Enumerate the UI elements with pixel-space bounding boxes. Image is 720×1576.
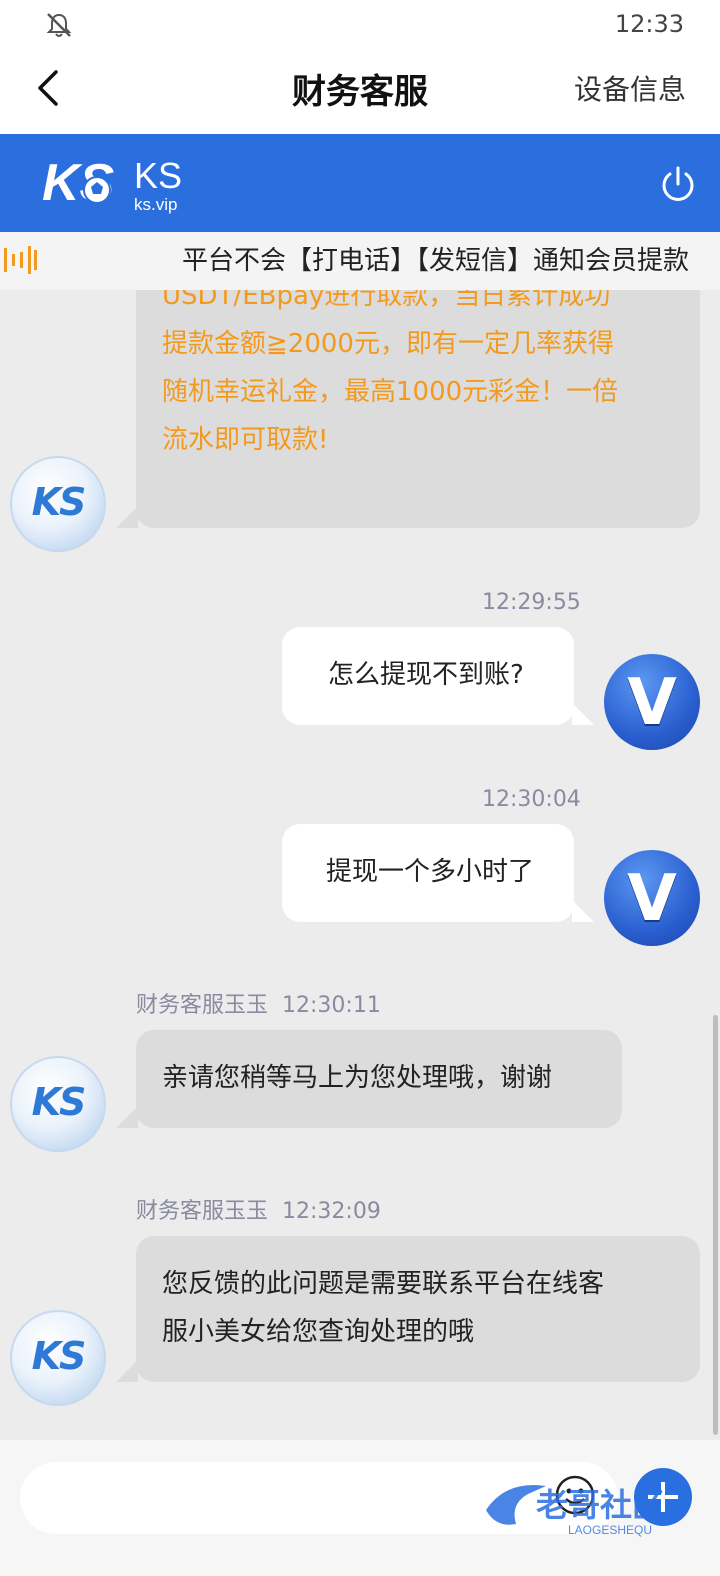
brand-header: KS KS ks.vip [0, 134, 720, 232]
message-line: 服小美女给您查询处理的哦 [162, 1317, 475, 1347]
agent-message-bubble: 您反馈的此问题是需要联系平台在线客 服小美女给您查询处理的哦 [116, 1236, 700, 1382]
message-text: 提现一个多小时了 [326, 857, 535, 887]
scrollbar[interactable] [713, 1015, 718, 1435]
agent-avatar[interactable]: KS [10, 1056, 106, 1152]
message-timestamp: 12:30:11 [282, 993, 381, 1018]
user-avatar[interactable]: V [604, 850, 700, 946]
power-icon[interactable] [658, 164, 698, 204]
promo-line: USDT/EBpay进行取款，当日累计成功 [162, 290, 611, 311]
agent-avatar[interactable]: KS [10, 1310, 106, 1406]
device-info-link[interactable]: 设备信息 [574, 68, 686, 108]
watermark-sub: LAOGESHEQU [568, 1523, 652, 1537]
message-timestamp: 12:32:09 [282, 1199, 381, 1224]
status-bar: 12:33 [0, 0, 720, 52]
status-time: 12:33 [614, 10, 684, 38]
marquee-text: 平台不会【打电话】【发短信】通知会员提款 [182, 246, 690, 276]
promo-line: 流水即可取款! [162, 425, 329, 455]
message-timestamp: 12:29:55 [482, 590, 581, 615]
sender-name: 财务客服玉玉 [136, 993, 269, 1018]
user-message-bubble: 怎么提现不到账? [282, 627, 594, 725]
message-text: 亲请您稍等马上为您处理哦，谢谢 [162, 1063, 553, 1093]
user-avatar[interactable]: V [604, 654, 700, 750]
message-sender-time: 财务客服玉玉 12:32:09 [136, 1193, 381, 1225]
agent-message-bubble: 亲请您稍等马上为您处理哦，谢谢 [116, 1030, 622, 1128]
ks-logo: KS KS ks.vip [42, 154, 182, 214]
sender-name: 财务客服玉玉 [136, 1199, 269, 1224]
notifications-off-icon [46, 13, 72, 37]
message-line: 您反馈的此问题是需要联系平台在线客 [162, 1269, 605, 1299]
nav-bar: 财务客服 设备信息 [0, 52, 720, 134]
logo-sub: ks.vip [134, 195, 177, 214]
agent-avatar[interactable]: KS [10, 456, 106, 552]
agent-message-bubble: USDT/EBpay进行取款，当日累计成功 提款金额≧2000元，即有一定几率获… [116, 290, 700, 528]
logo-text: KS [134, 155, 182, 196]
announcement-icon [4, 246, 37, 274]
message-timestamp: 12:30:04 [482, 787, 581, 812]
user-message-bubble: 提现一个多小时了 [282, 824, 594, 922]
message-sender-time: 财务客服玉玉 12:30:11 [136, 987, 381, 1019]
chat-list[interactable]: USDT/EBpay进行取款，当日累计成功 提款金额≧2000元，即有一定几率获… [0, 290, 720, 1440]
promo-line: 提款金额≧2000元，即有一定几率获得 [162, 329, 614, 359]
notice-marquee: 平台不会【打电话】【发短信】通知会员提款 [0, 232, 720, 290]
watermark-text: 老哥社区 [536, 1487, 664, 1523]
promo-line: 随机幸运礼金，最高1000元彩金！一倍 [162, 377, 619, 407]
message-text: 怎么提现不到账? [328, 660, 524, 690]
watermark-logo: 老哥社区 LAOGESHEQU [486, 1485, 664, 1537]
